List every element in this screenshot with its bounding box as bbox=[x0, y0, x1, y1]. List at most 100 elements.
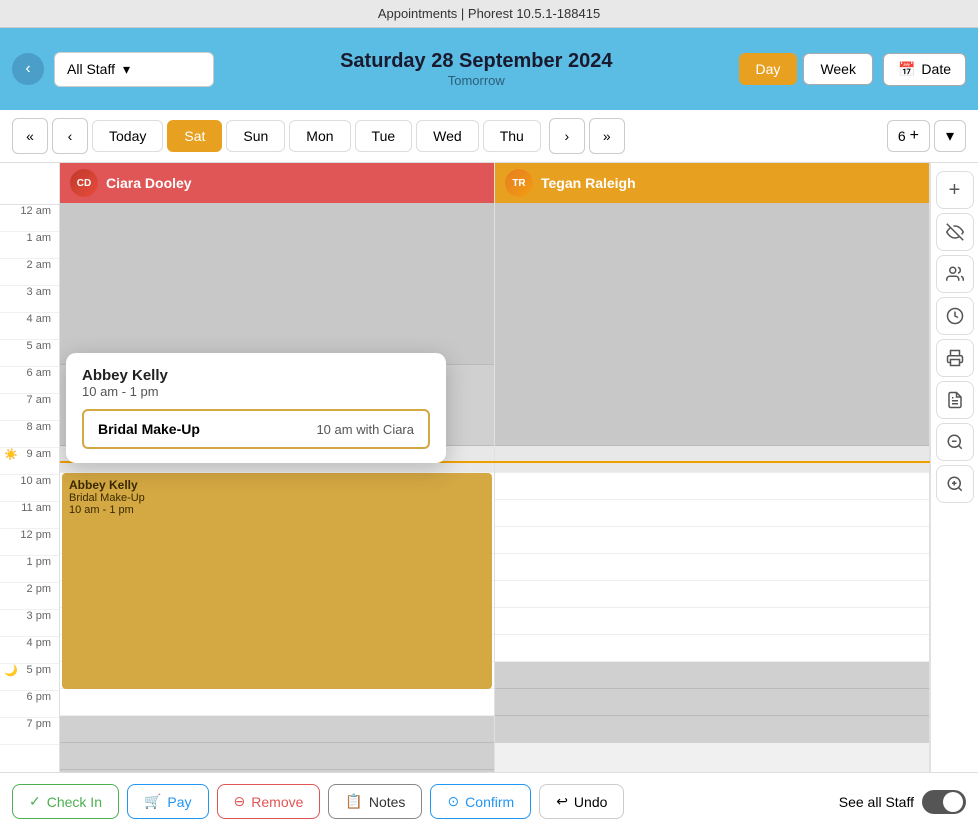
back-button[interactable]: ‹ bbox=[12, 53, 44, 85]
hour-6pm-tegan bbox=[495, 689, 929, 716]
staff-name-ciara: Ciara Dooley bbox=[106, 175, 192, 191]
calendar-container: 12 am 1 am 2 am 3 am 4 am 5 am 6 am 7 am… bbox=[0, 163, 978, 787]
hour-4pm-ciara bbox=[60, 689, 494, 716]
prev-page-button[interactable]: ‹ bbox=[52, 118, 88, 154]
confirm-label: Confirm bbox=[465, 794, 514, 810]
add-staff-button[interactable]: + bbox=[910, 127, 919, 145]
hour-12pm-tegan bbox=[495, 527, 929, 554]
time-slot-5am: 5 am bbox=[0, 340, 59, 367]
calendar-grid: Abbey Kelly Bridal Make-Up 10 am - 1 pm bbox=[60, 203, 930, 787]
hide-icon-button[interactable] bbox=[936, 213, 974, 251]
report-icon-button[interactable] bbox=[936, 381, 974, 419]
staff-dropdown[interactable]: All Staff ▾ bbox=[54, 52, 214, 87]
avatar-tegan: TR bbox=[505, 169, 533, 197]
appointment-tooltip[interactable]: Abbey Kelly 10 am - 1 pm Bridal Make-Up … bbox=[66, 353, 446, 463]
see-all-staff-toggle[interactable] bbox=[922, 790, 966, 814]
toggle-knob bbox=[943, 792, 963, 812]
wed-tab[interactable]: Wed bbox=[416, 120, 479, 152]
hour-7pm-tegan bbox=[495, 716, 929, 743]
cart-icon: 🛒 bbox=[144, 793, 161, 810]
notes-label: Notes bbox=[369, 794, 406, 810]
calendar-icon: 📅 bbox=[898, 61, 915, 78]
tue-tab[interactable]: Tue bbox=[355, 120, 413, 152]
appt-time: 10 am - 1 pm bbox=[69, 504, 485, 516]
appt-service: Bridal Make-Up bbox=[69, 492, 485, 504]
sun-tab[interactable]: Sun bbox=[226, 120, 285, 152]
print-icon-button[interactable] bbox=[936, 339, 974, 377]
staff-header-row: CD Ciara Dooley TR Tegan Raleigh bbox=[60, 163, 930, 203]
remove-button[interactable]: ⊖ Remove bbox=[217, 784, 321, 819]
hour-11am-tegan bbox=[495, 500, 929, 527]
time-slot-9am: ☀️9 am bbox=[0, 448, 59, 475]
pay-label: Pay bbox=[167, 794, 191, 810]
sun-icon: ☀️ bbox=[4, 448, 18, 461]
notes-icon: 📋 bbox=[345, 793, 362, 810]
pay-button[interactable]: 🛒 Pay bbox=[127, 784, 209, 819]
see-all-staff-label: See all Staff bbox=[839, 794, 914, 810]
time-slot-3am: 3 am bbox=[0, 286, 59, 313]
time-slot-4am: 4 am bbox=[0, 313, 59, 340]
hour-10am-tegan bbox=[495, 473, 929, 500]
today-tab[interactable]: Today bbox=[92, 120, 163, 152]
appointment-abbey-kelly[interactable]: Abbey Kelly Bridal Make-Up 10 am - 1 pm bbox=[62, 473, 492, 689]
time-slot-12pm: 12 pm bbox=[0, 529, 59, 556]
time-slot-2am: 2 am bbox=[0, 259, 59, 286]
time-slot-2pm: 2 pm bbox=[0, 583, 59, 610]
confirm-icon: ⊙ bbox=[447, 793, 459, 810]
staff-count-dropdown[interactable]: ▾ bbox=[934, 120, 966, 152]
time-slot-1am: 1 am bbox=[0, 232, 59, 259]
hour-4pm-tegan bbox=[495, 635, 929, 662]
time-slot-7pm: 7 pm bbox=[0, 718, 59, 745]
time-slot-12am: 12 am bbox=[0, 205, 59, 232]
zoom-out-icon-button[interactable] bbox=[936, 423, 974, 461]
check-icon: ✓ bbox=[29, 793, 41, 810]
last-page-button[interactable]: » bbox=[589, 118, 625, 154]
top-navigation: ‹ All Staff ▾ Saturday 28 September 2024… bbox=[0, 28, 978, 110]
moon-icon: 🌙 bbox=[4, 664, 18, 677]
first-page-button[interactable]: « bbox=[12, 118, 48, 154]
staff-header-tegan: TR Tegan Raleigh bbox=[495, 163, 930, 203]
clock-icon-button[interactable] bbox=[936, 297, 974, 335]
staff-name-tegan: Tegan Raleigh bbox=[541, 175, 636, 191]
tooltip-service-name: Bridal Make-Up bbox=[98, 421, 200, 437]
check-in-label: Check In bbox=[47, 794, 102, 810]
time-slot-5pm: 🌙5 pm bbox=[0, 664, 59, 691]
staff-dropdown-label: All Staff bbox=[67, 61, 115, 77]
confirm-button[interactable]: ⊙ Confirm bbox=[430, 784, 531, 819]
unavailable-early-tegan bbox=[495, 203, 929, 446]
zoom-in-icon-button[interactable] bbox=[936, 465, 974, 503]
time-slot-6pm: 6 pm bbox=[0, 691, 59, 718]
staff-dropdown-arrow-icon: ▾ bbox=[123, 61, 130, 78]
thu-tab[interactable]: Thu bbox=[483, 120, 541, 152]
schedule-col-tegan bbox=[495, 203, 930, 787]
undo-button[interactable]: ↩ Undo bbox=[539, 784, 624, 819]
date-picker-button[interactable]: 📅 Date bbox=[883, 53, 966, 86]
mon-tab[interactable]: Mon bbox=[289, 120, 350, 152]
sat-tab[interactable]: Sat bbox=[167, 120, 222, 152]
undo-icon: ↩ bbox=[556, 793, 568, 810]
next-page-button[interactable]: › bbox=[549, 118, 585, 154]
notes-button[interactable]: 📋 Notes bbox=[328, 784, 422, 819]
time-slot-1pm: 1 pm bbox=[0, 556, 59, 583]
time-slot-4pm: 4 pm bbox=[0, 637, 59, 664]
users-icon-button[interactable] bbox=[936, 255, 974, 293]
hour-5pm-ciara bbox=[60, 716, 494, 743]
hour-1pm-tegan bbox=[495, 554, 929, 581]
calendar-scroll-area[interactable]: CD Ciara Dooley TR Tegan Raleigh bbox=[60, 163, 930, 787]
add-icon-button[interactable]: + bbox=[936, 171, 974, 209]
hour-10am-ciara[interactable]: Abbey Kelly Bridal Make-Up 10 am - 1 pm bbox=[60, 473, 494, 554]
hour-5pm-tegan bbox=[495, 662, 929, 689]
check-in-button[interactable]: ✓ Check In bbox=[12, 784, 119, 819]
staff-count-number: 6 bbox=[898, 128, 906, 144]
view-toggle: Day Week bbox=[739, 53, 873, 85]
remove-icon: ⊖ bbox=[234, 793, 246, 810]
time-slot-7am: 7 am bbox=[0, 394, 59, 421]
calendar-navigation: « ‹ Today Sat Sun Mon Tue Wed Thu › » 6 … bbox=[0, 110, 978, 163]
tooltip-service-row[interactable]: Bridal Make-Up 10 am with Ciara bbox=[82, 409, 430, 449]
appt-name: Abbey Kelly bbox=[69, 478, 485, 492]
day-view-button[interactable]: Day bbox=[739, 53, 798, 85]
right-sidebar: + bbox=[930, 163, 978, 787]
week-view-button[interactable]: Week bbox=[803, 53, 873, 85]
time-slot-8am: 8 am bbox=[0, 421, 59, 448]
staff-count-box: 6 + bbox=[887, 120, 930, 152]
